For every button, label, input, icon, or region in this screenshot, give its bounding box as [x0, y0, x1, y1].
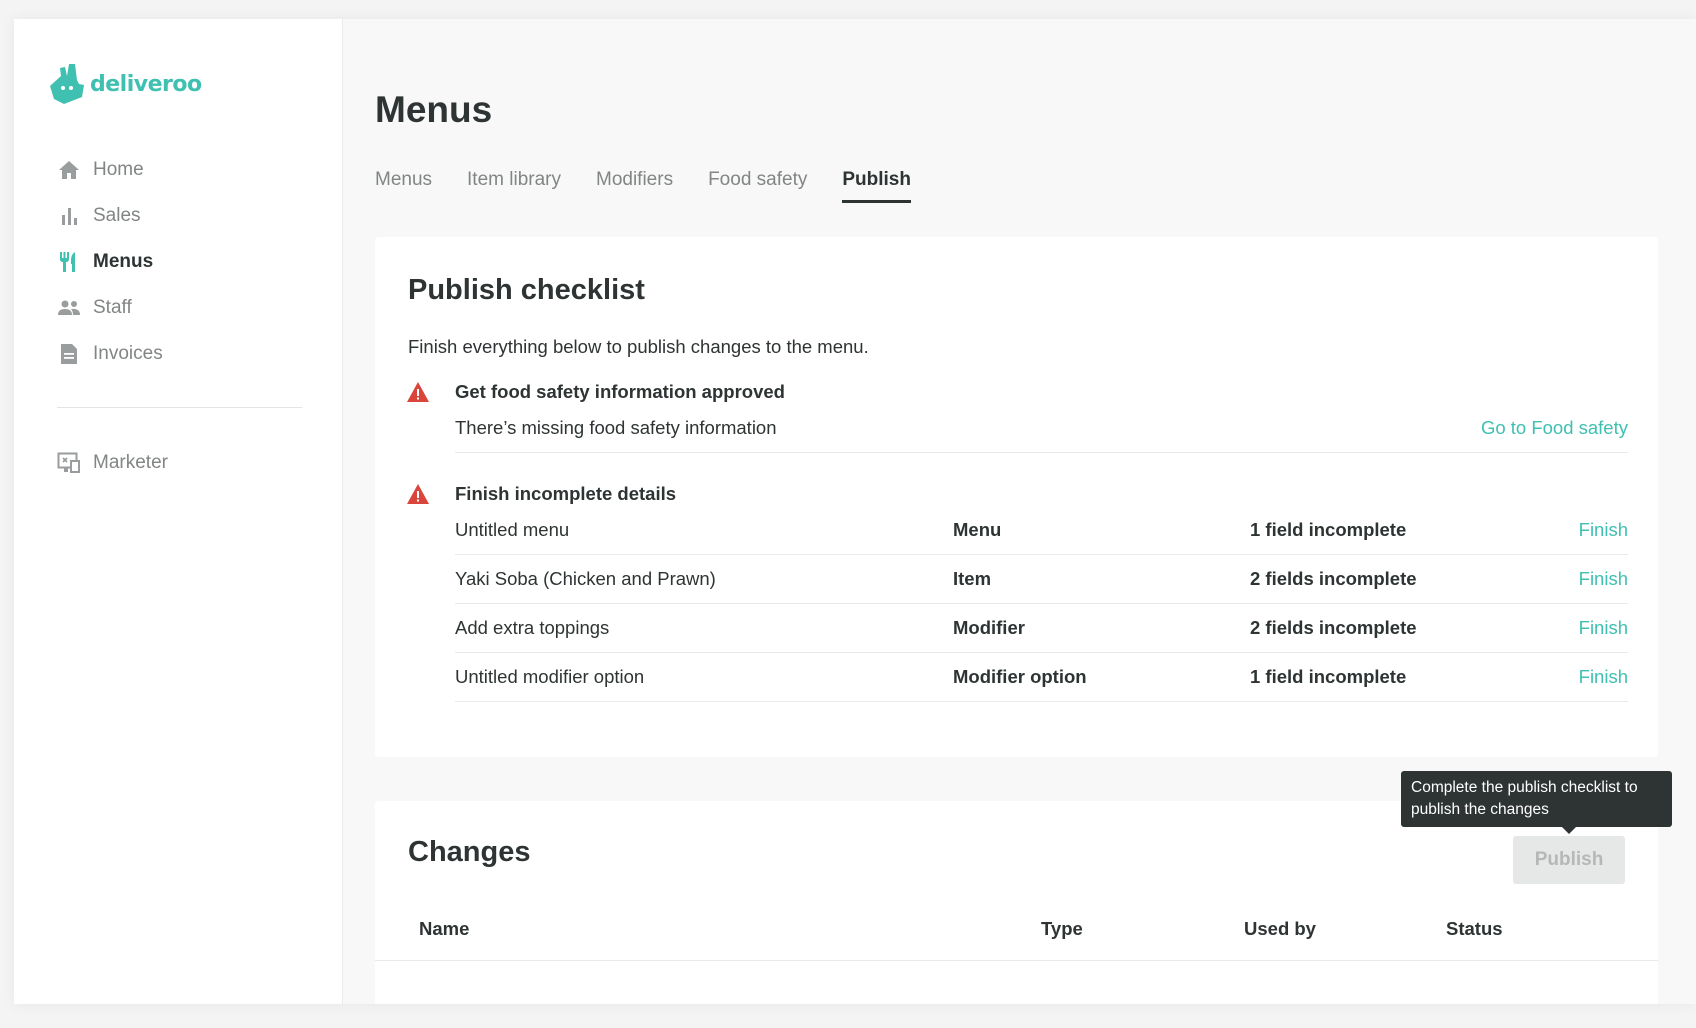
publish-tooltip: Complete the publish checklist to publis… [1401, 771, 1672, 827]
food-safety-task-title: Get food safety information approved [455, 381, 785, 402]
row-name: Untitled menu [455, 519, 570, 540]
row-name: Yaki Soba (Chicken and Prawn) [455, 568, 716, 589]
row-type: Modifier option [953, 666, 1087, 687]
sidebar-divider [57, 407, 302, 408]
app-window: deliveroo Home Sales Menus Staff Invoice… [14, 19, 1696, 1004]
row-type: Menu [953, 519, 1002, 540]
row-type: Modifier [953, 617, 1025, 638]
sidebar-item-label: Marketer [93, 452, 168, 473]
fork-knife-icon [57, 250, 81, 274]
tab-publish[interactable]: Publish [842, 169, 911, 203]
sidebar-item-home[interactable]: Home [57, 147, 302, 193]
table-row: Untitled menu Menu 1 field incomplete Fi… [455, 506, 1628, 555]
tooltip-arrow [1562, 827, 1576, 834]
row-status: 2 fields incomplete [1250, 568, 1417, 589]
column-header-type[interactable]: Type [1041, 918, 1083, 940]
finish-link[interactable]: Finish [1579, 568, 1628, 590]
brand-logo[interactable]: deliveroo [50, 64, 202, 104]
warning-icon [407, 484, 429, 504]
finish-link[interactable]: Finish [1579, 519, 1628, 541]
finish-link[interactable]: Finish [1579, 666, 1628, 688]
column-header-status[interactable]: Status [1446, 918, 1503, 940]
sidebar-nav: Home Sales Menus Staff Invoices [57, 147, 302, 377]
warning-icon [407, 382, 429, 402]
sidebar-item-staff[interactable]: Staff [57, 285, 302, 331]
column-header-name[interactable]: Name [419, 918, 469, 940]
tab-food-safety[interactable]: Food safety [708, 169, 807, 203]
marketer-icon [57, 451, 81, 475]
sidebar-item-label: Invoices [93, 343, 163, 364]
tab-modifiers[interactable]: Modifiers [596, 169, 673, 203]
page-title: Menus [375, 89, 493, 130]
sidebar-item-label: Sales [93, 205, 141, 226]
sidebar-item-sales[interactable]: Sales [57, 193, 302, 239]
changes-table-header: Name Type Used by Status [375, 905, 1658, 961]
finish-link[interactable]: Finish [1579, 617, 1628, 639]
table-row: Yaki Soba (Chicken and Prawn) Item 2 fie… [455, 555, 1628, 604]
tab-item-library[interactable]: Item library [467, 169, 561, 203]
row-status: 2 fields incomplete [1250, 617, 1417, 638]
row-name: Add extra toppings [455, 617, 610, 638]
sidebar-item-marketer[interactable]: Marketer [57, 440, 302, 486]
bar-chart-icon [57, 204, 81, 228]
people-icon [57, 296, 81, 320]
brand-name: deliveroo [90, 71, 202, 97]
kangaroo-logo-icon [50, 64, 84, 104]
table-row: Untitled modifier option Modifier option… [455, 653, 1628, 702]
row-type: Item [953, 568, 992, 589]
changes-card: Changes Publish Name Type Used by Status [375, 801, 1658, 1004]
row-name: Untitled modifier option [455, 666, 645, 687]
sidebar-item-menus[interactable]: Menus [57, 239, 302, 285]
home-icon [57, 158, 81, 182]
sidebar-item-label: Staff [93, 297, 132, 318]
row-status: 1 field incomplete [1250, 519, 1407, 540]
row-status: 1 field incomplete [1250, 666, 1407, 687]
publish-button[interactable]: Publish [1513, 836, 1625, 884]
food-safety-message: There’s missing food safety information [455, 417, 777, 438]
checklist-title: Publish checklist [408, 274, 645, 306]
sidebar-item-invoices[interactable]: Invoices [57, 331, 302, 377]
tab-menus[interactable]: Menus [375, 169, 432, 203]
sidebar-item-label: Home [93, 159, 144, 180]
changes-title: Changes [408, 836, 531, 868]
sidebar-secondary-nav: Marketer [57, 440, 302, 486]
go-to-food-safety-link[interactable]: Go to Food safety [1481, 417, 1628, 439]
incomplete-details-title: Finish incomplete details [455, 483, 677, 504]
table-row: Add extra toppings Modifier 2 fields inc… [455, 604, 1628, 653]
sidebar-item-label: Menus [93, 251, 154, 272]
food-safety-task-row: There’s missing food safety information … [455, 404, 1628, 453]
publish-checklist-card: Publish checklist Finish everything belo… [375, 237, 1658, 757]
checklist-intro: Finish everything below to publish chang… [408, 336, 869, 357]
document-icon [57, 342, 81, 366]
menu-tabs: Menus Item library Modifiers Food safety… [375, 169, 946, 203]
column-header-used-by[interactable]: Used by [1244, 918, 1316, 940]
sidebar: deliveroo Home Sales Menus Staff Invoice… [14, 19, 343, 1004]
